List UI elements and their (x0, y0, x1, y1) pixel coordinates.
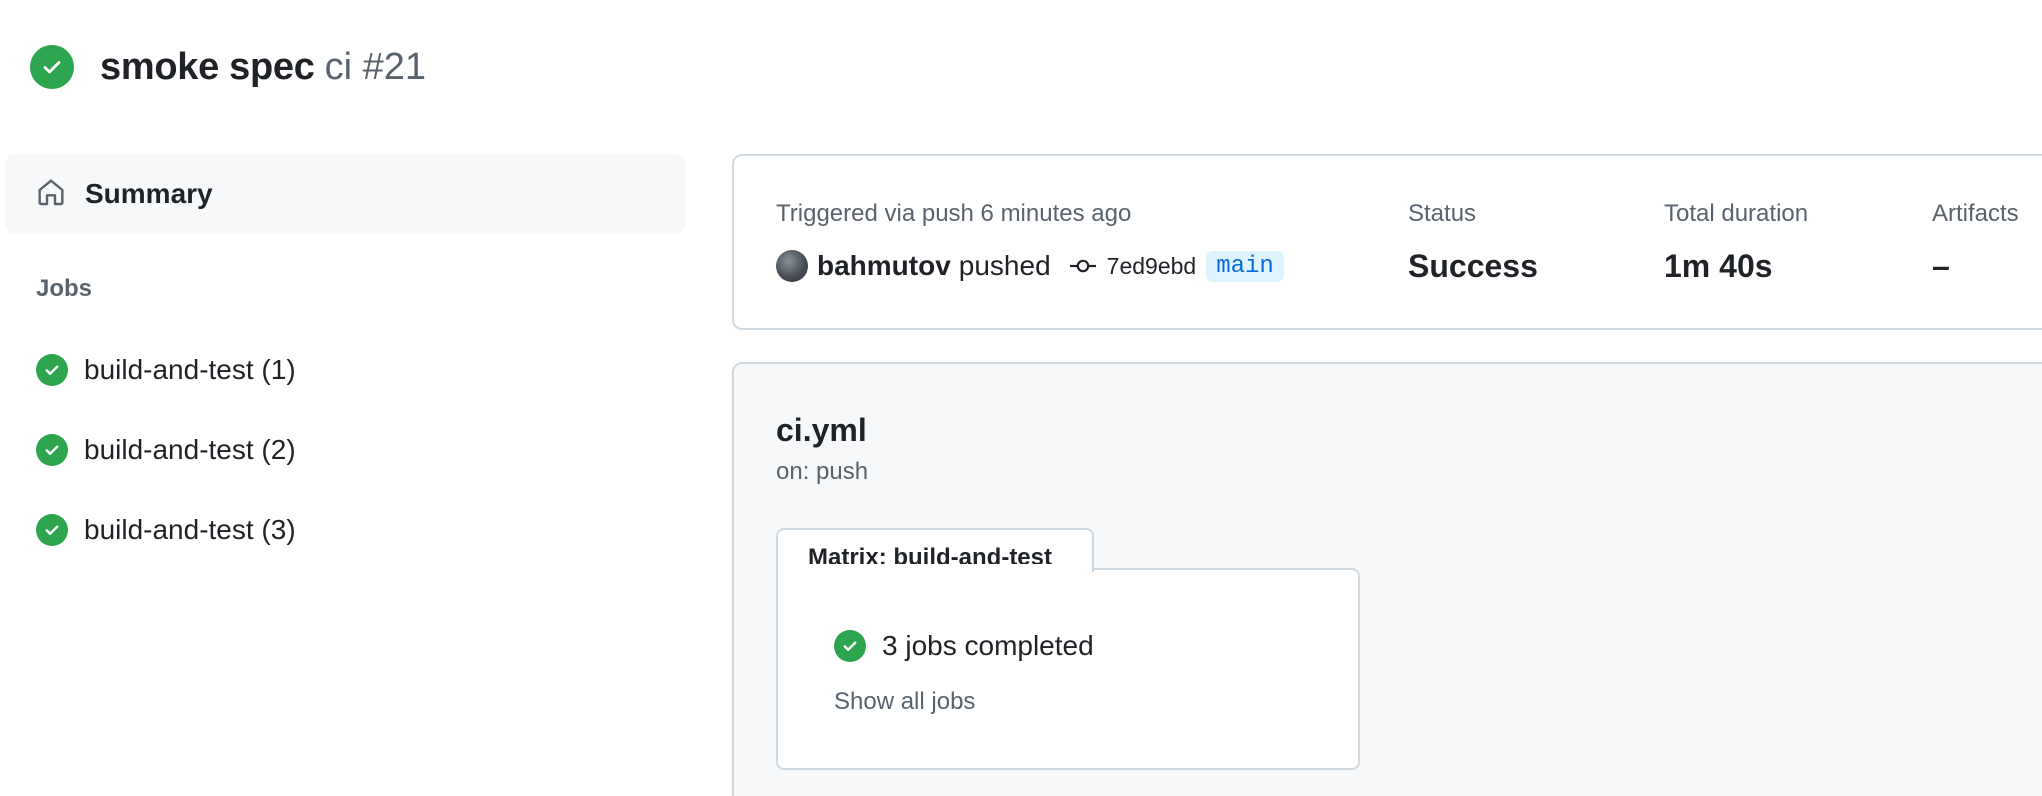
trigger-info: Triggered via push 6 minutes ago (776, 200, 1132, 227)
action-text: pushed (958, 250, 1051, 281)
sidebar-item-summary[interactable]: Summary (5, 154, 685, 234)
username-link[interactable]: bahmutov (817, 250, 951, 282)
check-circle-fill-icon (36, 514, 68, 546)
show-all-jobs-link[interactable]: Show all jobs (834, 688, 975, 716)
page-title: smoke spec (100, 45, 315, 88)
job-label: build-and-test (2) (84, 434, 296, 465)
duration-value: 1m 40s (1664, 248, 1773, 284)
job-label: build-and-test (1) (84, 354, 296, 385)
sidebar-item-label: Summary (85, 178, 213, 209)
workflow-run-page: smoke spec ci #21 Summary Jobs build-and… (0, 0, 2042, 796)
home-icon (35, 176, 67, 213)
status-value: Success (1408, 248, 1538, 284)
workflow-file-name: ci.yml (776, 412, 867, 448)
artifacts-label: Artifacts (1932, 200, 2019, 227)
check-circle-fill-icon (36, 354, 68, 386)
run-number: ci #21 (324, 45, 426, 88)
workflow-graph-panel: ci.yml on: push Matrix: build-and-test 3… (732, 362, 2042, 796)
git-commit-icon (1069, 256, 1097, 276)
sidebar-job-2[interactable]: build-and-test (2) (36, 430, 296, 470)
run-info-card: Triggered via push 6 minutes ago bahmuto… (732, 154, 2042, 330)
check-circle-fill-icon (834, 630, 866, 662)
commit-sha-link[interactable]: 7ed9ebd (1107, 253, 1197, 280)
job-label: build-and-test (3) (84, 514, 296, 545)
artifacts-value: – (1932, 248, 1950, 284)
avatar[interactable] (776, 250, 808, 282)
run-header: smoke spec ci #21 (30, 42, 426, 92)
jobs-heading: Jobs (36, 275, 93, 302)
sidebar-job-1[interactable]: build-and-test (1) (36, 350, 296, 390)
matrix-job-group: 3 jobs completed Show all jobs (776, 568, 1360, 770)
check-circle-fill-icon (36, 434, 68, 466)
jobs-completed-text: 3 jobs completed (882, 630, 1094, 661)
duration-label: Total duration (1664, 200, 1809, 227)
workflow-trigger: on: push (776, 458, 869, 485)
check-circle-fill-icon (30, 45, 74, 89)
sidebar-job-3[interactable]: build-and-test (3) (36, 510, 296, 550)
commit-row: bahmutov pushed 7ed9ebd main (776, 248, 1284, 284)
jobs-completed-row[interactable]: 3 jobs completed (834, 630, 1094, 662)
status-label: Status (1408, 200, 1477, 227)
branch-badge[interactable]: main (1206, 250, 1284, 282)
tab-joint (778, 564, 1092, 572)
